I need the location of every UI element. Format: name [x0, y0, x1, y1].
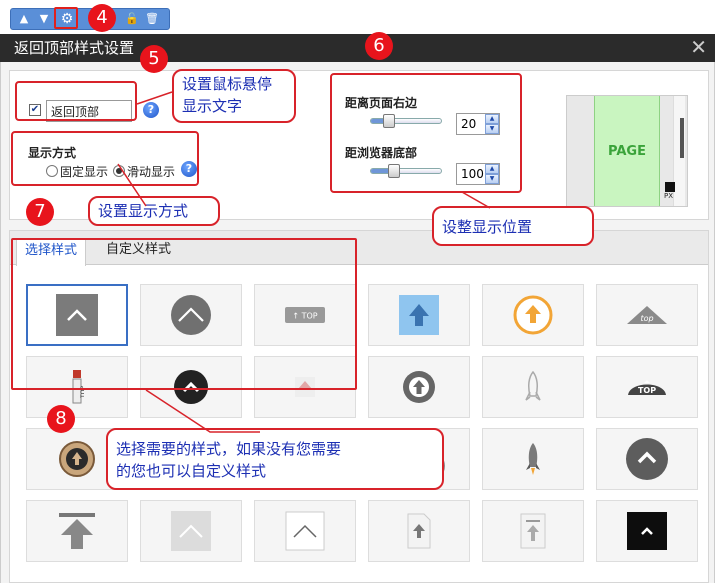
dark-circle-up-icon — [626, 438, 668, 480]
screenshot-root: ▲ ▼ ⚙ 🔓 🗑 4 返回顶部样式设置 ✕ ✔ ? 显示方式 固定显示 滑动显… — [0, 0, 715, 583]
close-icon[interactable]: ✕ — [690, 35, 707, 59]
annotation-badge-7: 7 — [26, 198, 54, 226]
style-option[interactable] — [26, 500, 128, 562]
annotation-badge-4: 4 — [88, 4, 116, 32]
style-option[interactable] — [368, 500, 470, 562]
preview-scroll-thumb — [680, 118, 684, 158]
rocket-flame-icon — [526, 443, 540, 475]
bar-up-arrow-icon — [59, 513, 95, 549]
style-option[interactable] — [368, 284, 470, 346]
dark-dome-top-icon: TOP — [628, 380, 666, 395]
orange-circle-up-icon — [513, 295, 553, 335]
help-icon[interactable]: ? — [143, 102, 159, 118]
style-option[interactable] — [482, 428, 584, 490]
preview-px-label: PX — [663, 192, 673, 200]
position-preview: PAGE PX — [566, 95, 688, 207]
annotation-badge-8: 8 — [47, 405, 75, 433]
rocket-outline-icon — [525, 370, 541, 401]
light-square-up-icon — [171, 511, 211, 551]
outline-square-up-icon — [285, 511, 325, 551]
top-lower-text: top — [640, 314, 653, 323]
top-text: TOP — [638, 386, 656, 395]
triangle-top-icon: top — [627, 306, 667, 324]
style-option[interactable] — [596, 500, 698, 562]
style-option[interactable] — [482, 284, 584, 346]
callout-position: 设整显示位置 — [432, 206, 594, 246]
style-option[interactable] — [596, 428, 698, 490]
style-option[interactable]: top — [596, 284, 698, 346]
black-square-up-icon — [627, 512, 667, 550]
box-bar-up-icon — [520, 513, 546, 549]
hover-text-highlight — [15, 81, 137, 121]
chevron-up-icon[interactable]: ▲ — [15, 10, 33, 28]
style-option[interactable] — [482, 356, 584, 418]
annotation-badge-5: 5 — [140, 45, 168, 73]
callout-display-mode: 设置显示方式 — [88, 196, 220, 226]
chevron-down-icon[interactable]: ▼ — [35, 10, 53, 28]
unlock-icon[interactable]: 🔓 — [123, 10, 141, 28]
dialog-titlebar: 返回顶部样式设置 ✕ — [0, 34, 715, 62]
preview-page: PAGE — [594, 96, 660, 206]
style-option[interactable] — [482, 500, 584, 562]
style-grid-highlight — [11, 238, 357, 390]
dialog-title: 返回顶部样式设置 — [14, 39, 135, 57]
style-option[interactable] — [368, 356, 470, 418]
blue-up-arrow-icon — [399, 295, 439, 335]
gray-circle-up-icon — [403, 371, 435, 403]
annotation-badge-6: 6 — [365, 32, 393, 60]
preview-top-marker — [665, 182, 675, 192]
callout-styles: 选择需要的样式，如果没有您需要 的您也可以自定义样式 — [106, 428, 444, 490]
trash-icon[interactable]: 🗑 — [143, 10, 161, 28]
position-highlight — [330, 73, 522, 193]
display-mode-highlight — [11, 131, 199, 186]
style-option[interactable] — [140, 500, 242, 562]
style-option[interactable]: TOP — [596, 356, 698, 418]
style-option[interactable] — [254, 500, 356, 562]
gear-highlight-box — [54, 7, 78, 29]
wood-circle-up-icon — [59, 441, 95, 477]
callout-hover-text: 设置鼠标悬停 显示文字 — [172, 69, 296, 123]
page-up-icon — [407, 513, 431, 549]
